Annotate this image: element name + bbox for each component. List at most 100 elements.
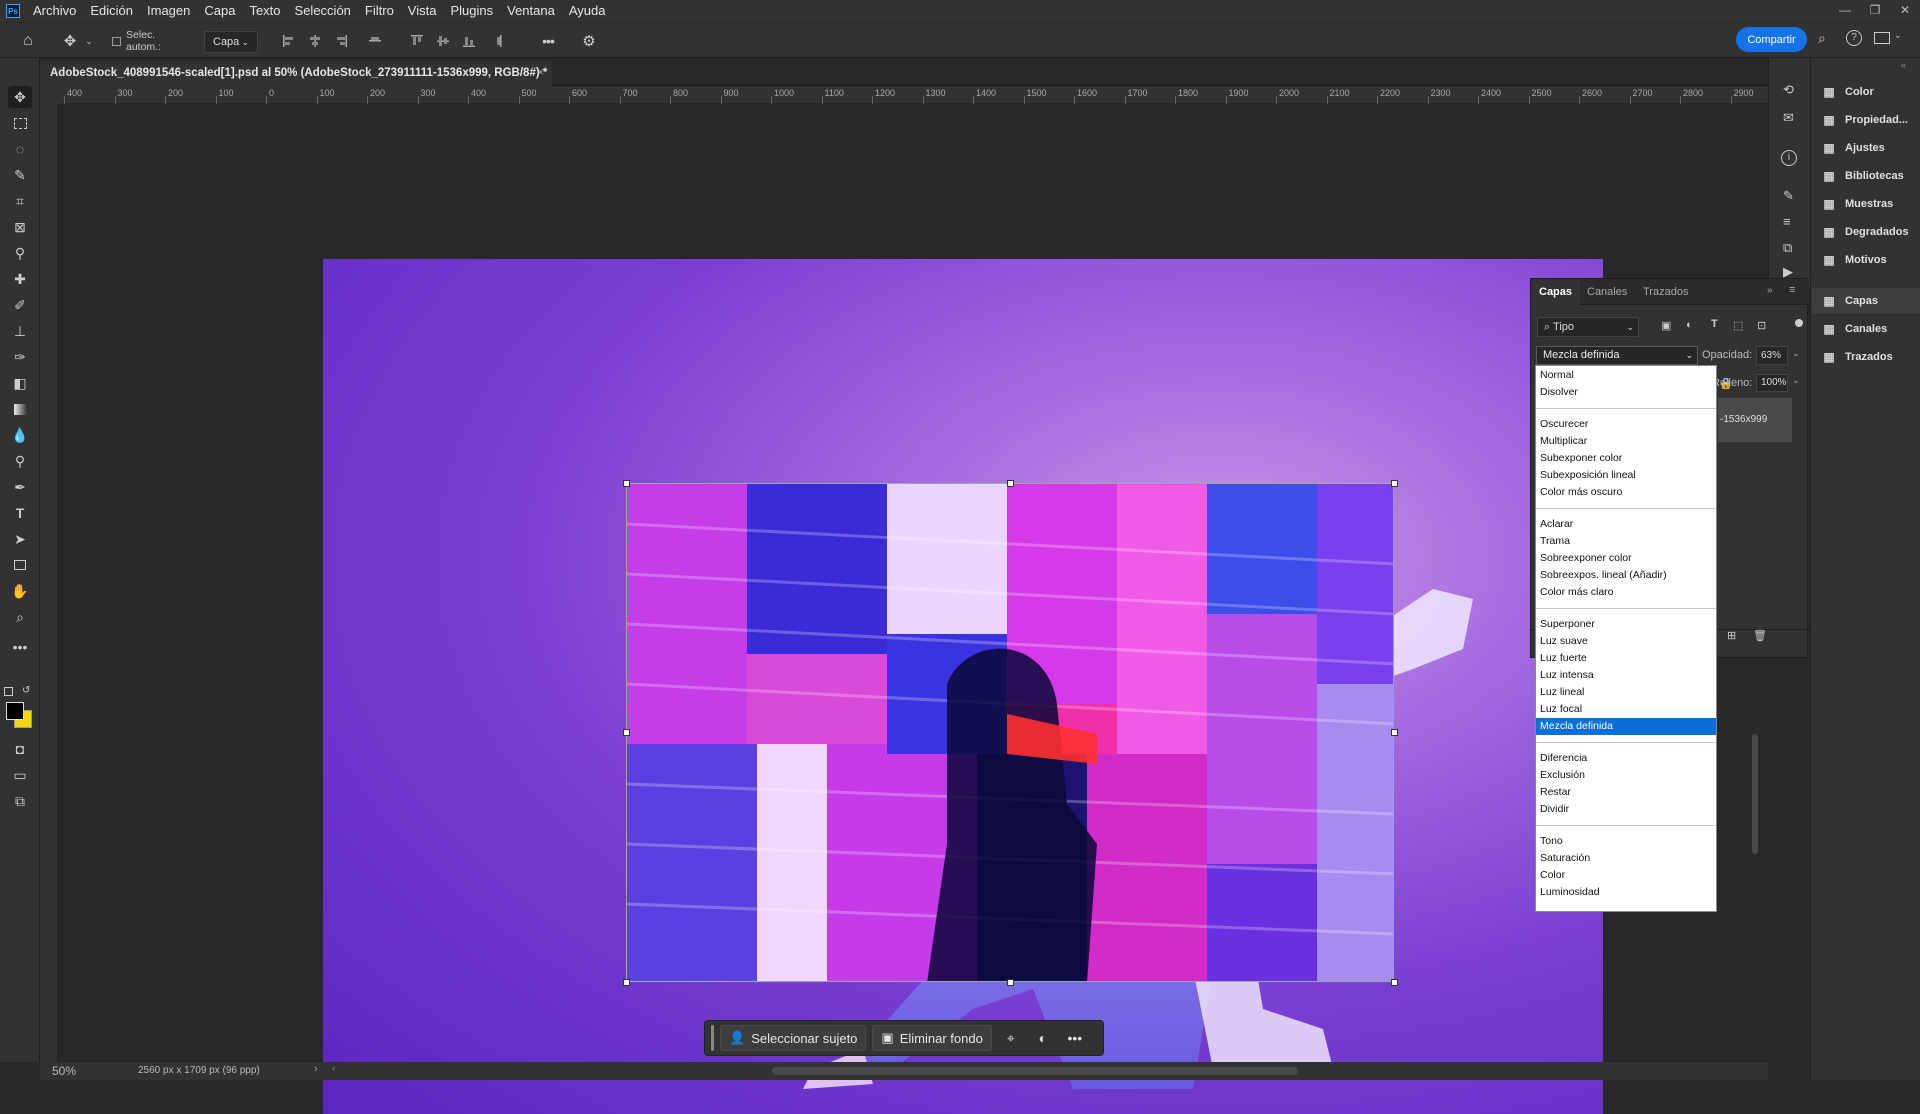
- photoshop-logo-icon[interactable]: Ps: [6, 4, 20, 18]
- collapse-icon[interactable]: »: [1767, 285, 1773, 296]
- collapse-panels-icon[interactable]: «: [1901, 60, 1906, 70]
- menu-item-9[interactable]: Ventana: [500, 0, 562, 22]
- align-right-icon[interactable]: [332, 31, 350, 51]
- blend-mode-select[interactable]: Mezcla definida ⌄: [1536, 346, 1698, 365]
- opacity-field[interactable]: 63%: [1756, 346, 1788, 365]
- blend-mode-option[interactable]: Disolver: [1536, 384, 1716, 401]
- panel-muestras[interactable]: ▦ Muestras: [1811, 191, 1920, 217]
- glyphs-icon[interactable]: ⧉: [1783, 240, 1792, 256]
- transform-handle-l[interactable]: [623, 729, 630, 736]
- menu-item-0[interactable]: Archivo: [26, 0, 83, 22]
- more-icon[interactable]: •••: [1062, 1025, 1088, 1051]
- blend-mode-option[interactable]: Multiplicar: [1536, 433, 1716, 450]
- transform-handle-r[interactable]: [1391, 729, 1398, 736]
- transform-handle-tl[interactable]: [623, 480, 630, 487]
- blend-mode-option[interactable]: Restar: [1536, 784, 1716, 801]
- share-button[interactable]: Compartir: [1736, 27, 1807, 52]
- document-tab[interactable]: AdobeStock_408991546-scaled[1].psd al 50…: [40, 61, 552, 86]
- frame-tool-icon[interactable]: ⊠: [8, 216, 32, 238]
- eyedropper-tool-icon[interactable]: ⚲: [8, 242, 32, 264]
- transform-handle-b[interactable]: [1007, 979, 1014, 986]
- quick-selection-tool-icon[interactable]: ✎: [8, 164, 32, 186]
- blur-tool-icon[interactable]: 💧: [8, 424, 32, 446]
- panel-color[interactable]: ▦ Color: [1811, 79, 1920, 105]
- menu-item-2[interactable]: Imagen: [140, 0, 197, 22]
- zoom-tool-icon[interactable]: ⌕: [8, 606, 32, 628]
- align-center-h-icon[interactable]: [306, 31, 324, 51]
- edit-toolbar-icon[interactable]: •••: [8, 636, 32, 658]
- blend-mode-option[interactable]: Sobreexponer color: [1536, 550, 1716, 567]
- fill-field[interactable]: 100%: [1756, 374, 1788, 392]
- eraser-tool-icon[interactable]: ◧: [8, 372, 32, 394]
- blend-mode-option[interactable]: Luz focal: [1536, 701, 1716, 718]
- workspace-icon[interactable]: [1874, 32, 1890, 44]
- chevron-down-icon[interactable]: ⌄: [1792, 348, 1800, 359]
- blend-mode-option[interactable]: Normal: [1536, 367, 1716, 384]
- chevron-down-icon[interactable]: ⌄: [1894, 30, 1902, 41]
- distribute-v-icon[interactable]: [494, 31, 508, 51]
- info-icon[interactable]: i: [1781, 150, 1797, 166]
- transform-handle-bl[interactable]: [623, 979, 630, 986]
- move-tool-icon[interactable]: ✥: [60, 31, 80, 51]
- menu-item-8[interactable]: Plugins: [443, 0, 500, 22]
- pen-tool-icon[interactable]: ✒: [8, 476, 32, 498]
- more-options-icon[interactable]: •••: [538, 31, 558, 51]
- history-icon[interactable]: ⟲: [1783, 82, 1794, 98]
- chevron-down-icon[interactable]: ⌄: [84, 31, 94, 51]
- move-tool-icon[interactable]: ✥: [8, 86, 32, 108]
- layer-row[interactable]: -1536x999: [1718, 398, 1792, 442]
- distribute-icon[interactable]: [366, 31, 384, 51]
- adjustment-icon[interactable]: ◐: [1030, 1025, 1056, 1051]
- delete-layer-icon[interactable]: 🗑: [1753, 629, 1767, 642]
- clone-stamp-tool-icon[interactable]: ⊥: [8, 320, 32, 342]
- chevron-down-icon[interactable]: ⌄: [1792, 375, 1800, 386]
- layer-select[interactable]: Capa ⌄: [204, 31, 258, 53]
- close-tab-icon[interactable]: ×: [537, 61, 544, 86]
- layer-filter-select[interactable]: ⌕ Tipo ⌄: [1537, 317, 1639, 337]
- blend-mode-option[interactable]: Luminosidad: [1536, 884, 1716, 901]
- panel-capas[interactable]: ▦ Capas: [1811, 288, 1920, 314]
- blend-mode-option[interactable]: Luz intensa: [1536, 667, 1716, 684]
- panel-trazados[interactable]: ▦ Trazados: [1811, 344, 1920, 370]
- blend-mode-option[interactable]: Superponer: [1536, 616, 1716, 633]
- new-layer-icon[interactable]: ⊞: [1727, 629, 1736, 642]
- menu-item-3[interactable]: Capa: [197, 0, 242, 22]
- home-icon[interactable]: ⌂: [16, 31, 40, 51]
- filter-toggle-icon[interactable]: [1795, 319, 1803, 327]
- hand-tool-icon[interactable]: ✋: [8, 580, 32, 602]
- align-bottom-icon[interactable]: [460, 31, 478, 51]
- zoom-level[interactable]: 50%: [52, 1064, 76, 1078]
- auto-select-checkbox[interactable]: [110, 31, 122, 51]
- blend-mode-option[interactable]: Color más claro: [1536, 584, 1716, 601]
- transform-handle-br[interactable]: [1391, 979, 1398, 986]
- horizontal-scrollbar[interactable]: [772, 1067, 1298, 1075]
- vertical-scrollbar[interactable]: [1752, 734, 1758, 854]
- lasso-tool-icon[interactable]: ◌: [8, 138, 32, 160]
- blend-mode-option[interactable]: Trama: [1536, 533, 1716, 550]
- crop-tool-icon[interactable]: ⌗: [8, 190, 32, 212]
- document-canvas[interactable]: [323, 259, 1603, 1114]
- transform-handle-tr[interactable]: [1391, 480, 1398, 487]
- menu-item-6[interactable]: Filtro: [358, 0, 401, 22]
- remove-background-button[interactable]: ▣ Eliminar fondo: [872, 1025, 992, 1051]
- brush-tool-icon[interactable]: ✐: [8, 294, 32, 316]
- panel-propiedad[interactable]: ▦ Propiedad...: [1811, 107, 1920, 133]
- blend-mode-option[interactable]: Diferencia: [1536, 750, 1716, 767]
- select-subject-button[interactable]: 👤 Seleccionar sujeto: [720, 1025, 867, 1051]
- menu-item-10[interactable]: Ayuda: [562, 0, 613, 22]
- close-window-icon[interactable]: ✕: [1890, 0, 1920, 22]
- history-brush-tool-icon[interactable]: ✑: [8, 346, 32, 368]
- filter-shape-icon[interactable]: ⬚: [1733, 319, 1743, 332]
- generative-fill-icon[interactable]: ⧉: [8, 790, 32, 812]
- filter-pixel-icon[interactable]: ▣: [1661, 319, 1671, 332]
- tab-layers[interactable]: Capas: [1531, 279, 1581, 305]
- blend-mode-option[interactable]: Dividir: [1536, 801, 1716, 818]
- panel-menu-icon[interactable]: ≡: [1789, 284, 1795, 296]
- blend-mode-option[interactable]: Luz fuerte: [1536, 650, 1716, 667]
- panel-bibliotecas[interactable]: ▦ Bibliotecas: [1811, 163, 1920, 189]
- align-top-icon[interactable]: [408, 31, 426, 51]
- chevron-right-icon[interactable]: ›: [314, 1063, 318, 1075]
- quick-mask-icon[interactable]: ◘: [8, 738, 32, 760]
- help-icon[interactable]: ?: [1846, 30, 1862, 46]
- transform-handle-t[interactable]: [1007, 480, 1014, 487]
